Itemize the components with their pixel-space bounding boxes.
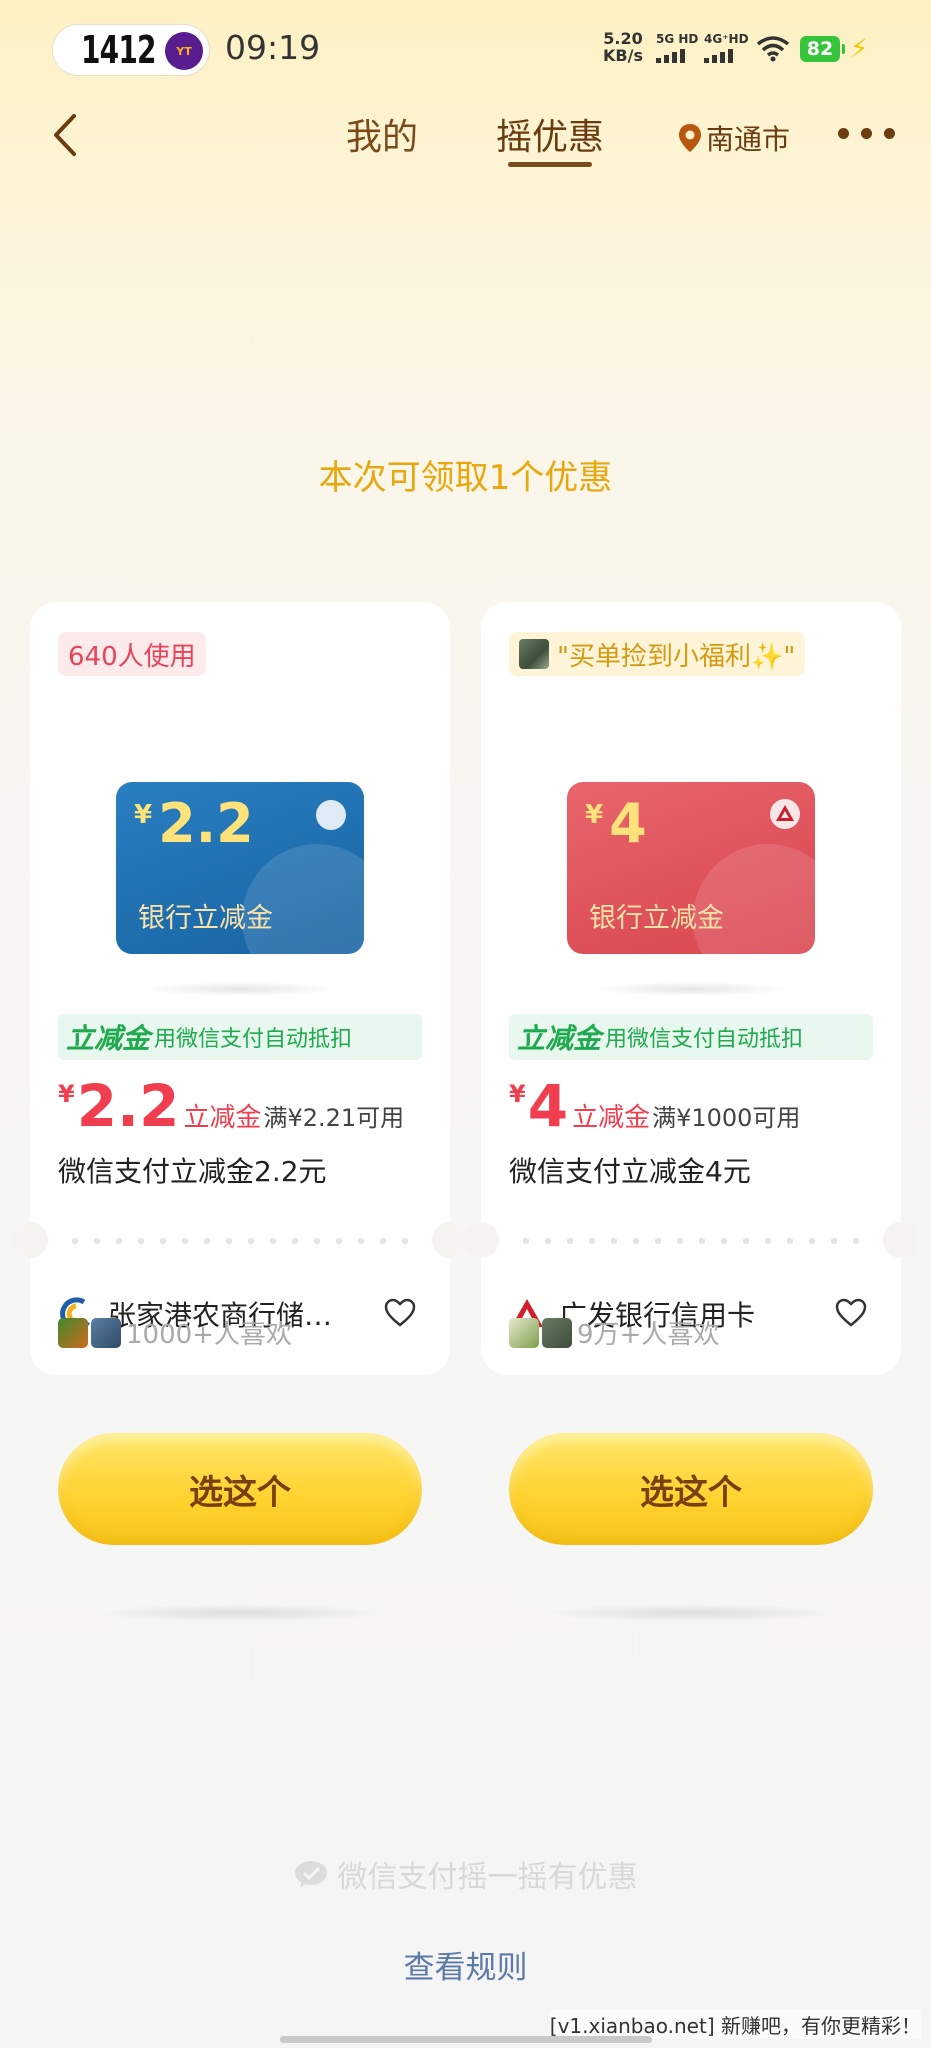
status-bar: 1412 YT 09:19 5.20 KB/s 5G HD 4G⁺HD 82 ⚡: [0, 0, 931, 100]
usage-condition: 满¥1000可用: [652, 1104, 801, 1132]
tab-mine[interactable]: 我的: [346, 108, 418, 160]
feature-strong: 立减金: [517, 1022, 602, 1055]
net-speed-value: 5.20: [603, 29, 643, 48]
signal-bars-icon: [656, 49, 698, 63]
likes-count: 9万+人喜欢: [577, 1320, 720, 1350]
page-headline: 本次可领取1个优惠: [318, 458, 613, 498]
feature-banner: 立减金 用微信支付自动抵扣: [509, 1014, 873, 1060]
price-line: ¥ 4 立减金 满¥1000可用: [509, 1072, 801, 1140]
price-label: 立减金: [572, 1103, 651, 1133]
status-time: 09:19: [225, 28, 321, 67]
signal-4g-label: 4G⁺HD: [704, 32, 749, 46]
watermark: [v1.xianbao.net] 新赚吧，有你更精彩！: [549, 2010, 921, 2039]
location-label: 南通市: [706, 123, 791, 156]
wifi-icon: [756, 36, 790, 62]
wechat-pay-icon: [294, 1861, 327, 1888]
price-value: 4: [527, 1072, 569, 1140]
likes-row: 9万+人喜欢: [509, 1314, 719, 1351]
avatar: [509, 1317, 539, 1348]
signal-bars-icon: [704, 49, 749, 63]
charging-bolt-icon: ⚡: [850, 34, 869, 64]
offer-card[interactable]: "买单捡到小福利✨" ¥4 银行立减金 立减金 用微信支付自动抵扣 ¥ 4 立减…: [463, 602, 919, 1375]
choose-offer-button[interactable]: 选这个: [58, 1433, 422, 1545]
avatar: [58, 1317, 88, 1348]
footer-brand-text: 微信支付摇一摇有优惠: [337, 1860, 638, 1895]
price-line: ¥ 2.2 立减金 满¥2.21可用: [58, 1072, 405, 1140]
status-badge: 1412 YT: [52, 24, 210, 76]
avatar: [91, 1317, 121, 1348]
more-dots-icon[interactable]: [838, 128, 895, 139]
card-label: 银行立减金: [138, 903, 273, 934]
heart-icon[interactable]: [835, 1298, 867, 1328]
back-arrow-icon[interactable]: [46, 110, 86, 160]
offer-description: 微信支付立减金4元: [509, 1155, 751, 1188]
bank-card-image: ¥2.2 银行立减金: [116, 782, 364, 954]
offer-description: 微信支付立减金2.2元: [58, 1155, 327, 1188]
likes-count: 1000+人喜欢: [126, 1320, 292, 1350]
view-rules-link[interactable]: 查看规则: [0, 1942, 931, 1987]
likes-row: 1000+人喜欢: [58, 1314, 292, 1351]
divider: [12, 1222, 468, 1258]
feature-text: 用微信支付自动抵扣: [605, 1027, 804, 1052]
location-pin-icon: [679, 124, 701, 152]
battery-indicator: 82: [800, 36, 845, 62]
card-amount: ¥2.2: [134, 792, 254, 855]
card-label: 银行立减金: [589, 903, 724, 934]
net-speed: 5.20 KB/s: [603, 30, 643, 64]
heart-icon[interactable]: [384, 1298, 416, 1328]
bank-logo-icon: [770, 799, 800, 829]
divider: [463, 1222, 919, 1258]
card-amount: ¥4: [585, 792, 647, 855]
quote-tag-text: "买单捡到小福利✨": [557, 641, 796, 672]
feature-text: 用微信支付自动抵扣: [154, 1027, 353, 1052]
usage-tag-text: 640人使用: [68, 641, 196, 672]
signal-5g-label: 5G HD: [656, 32, 699, 46]
footer-brand: 微信支付摇一摇有优惠: [0, 1852, 931, 1896]
active-tab-underline: [508, 162, 592, 167]
offer-card[interactable]: 640人使用 ¥2.2 银行立减金 立减金 用微信支付自动抵扣 ¥ 2.2 立减…: [12, 602, 468, 1375]
quote-tag: "买单捡到小福利✨": [509, 632, 806, 676]
location-selector[interactable]: 南通市: [678, 118, 790, 158]
net-speed-unit: KB/s: [603, 46, 643, 65]
home-indicator[interactable]: [280, 2036, 652, 2043]
badge-logo: YT: [165, 32, 203, 70]
feature-strong: 立减金: [66, 1022, 151, 1055]
signal-4g: 4G⁺HD: [704, 32, 749, 63]
badge-number: 1412: [81, 28, 157, 72]
price-value: 2.2: [76, 1072, 180, 1140]
tag-thumbnail: [519, 639, 549, 669]
usage-condition: 满¥2.21可用: [263, 1104, 405, 1132]
price-label: 立减金: [183, 1103, 262, 1133]
bank-card-image: ¥4 银行立减金: [567, 782, 815, 954]
avatar: [542, 1317, 572, 1348]
usage-tag: 640人使用: [58, 632, 206, 676]
signal-5g: 5G HD: [656, 32, 698, 63]
tab-shake-offers[interactable]: 摇优惠: [496, 108, 604, 160]
feature-banner: 立减金 用微信支付自动抵扣: [58, 1014, 422, 1060]
bank-logo-icon: [316, 800, 346, 830]
choose-offer-button[interactable]: 选这个: [509, 1433, 873, 1545]
